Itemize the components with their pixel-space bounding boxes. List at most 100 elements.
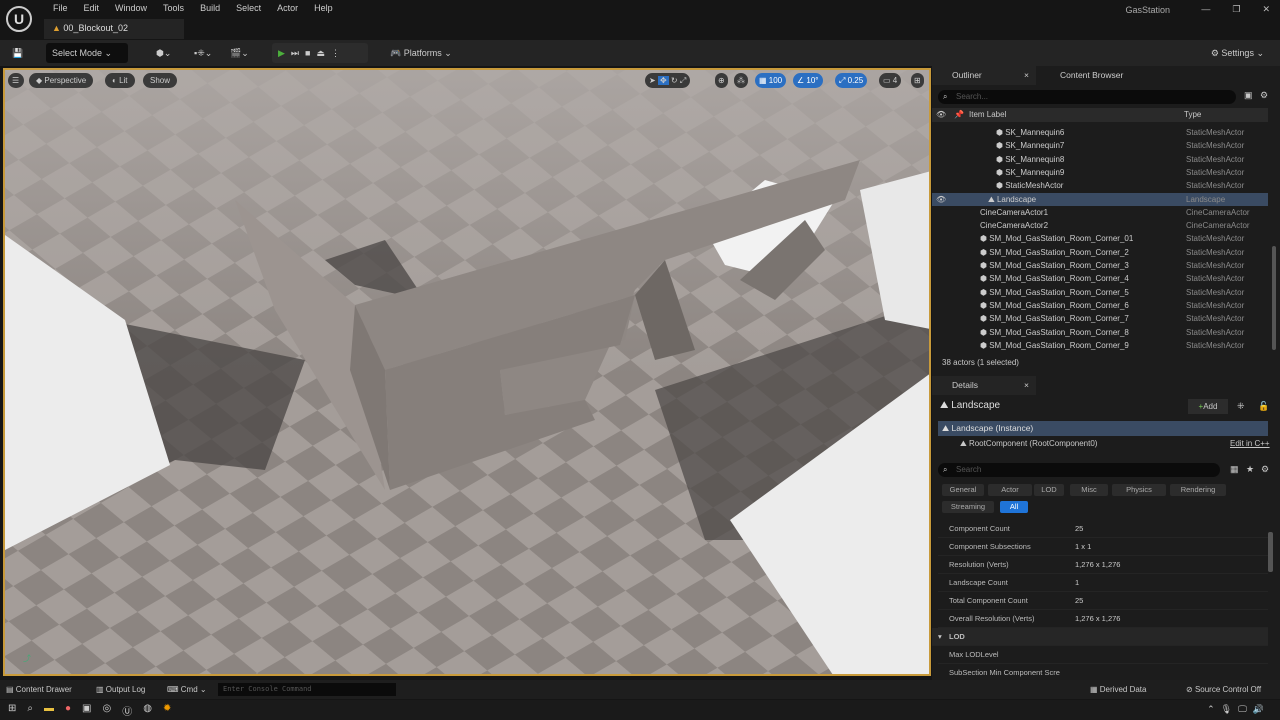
close-tab-icon[interactable]: × bbox=[1024, 376, 1029, 395]
cmd-dropdown[interactable]: ⌨ Cmd ⌄ bbox=[167, 685, 207, 694]
lod-section-header[interactable]: ▾ LOD bbox=[932, 628, 1268, 646]
outliner-row[interactable]: ⬢ StaticMeshActor StaticMeshActor bbox=[932, 179, 1268, 192]
gear-icon[interactable]: ⚙ bbox=[1260, 90, 1268, 101]
filter-lod[interactable]: LOD bbox=[1034, 484, 1064, 496]
rotation-snap-button[interactable]: ∠ 10° bbox=[793, 73, 823, 88]
visibility-icon[interactable]: 👁 bbox=[936, 108, 946, 122]
outliner-row[interactable]: ⬢ SK_Mannequin8 StaticMeshActor bbox=[932, 153, 1268, 166]
grid-snap-button[interactable]: ▦ 100 bbox=[755, 73, 787, 88]
outliner-row[interactable]: ⬢ SM_Mod_GasStation_Room_Corner_4 StaticM… bbox=[932, 272, 1268, 285]
property-value[interactable]: 1 bbox=[1075, 574, 1079, 592]
property-value[interactable]: 1,276 x 1,276 bbox=[1075, 556, 1120, 574]
file-explorer-icon[interactable]: ▬ bbox=[44, 703, 54, 718]
tray-expand-icon[interactable]: ⌃ bbox=[1207, 704, 1221, 714]
outliner-row[interactable]: ⬢ SM_Mod_GasStation_Room_Corner_3 StaticM… bbox=[932, 259, 1268, 272]
add-folder-icon[interactable]: ▣ bbox=[1244, 90, 1253, 101]
tab-content-browser[interactable]: Content Browser bbox=[1040, 66, 1123, 85]
outliner-row[interactable]: CineCameraActor1 CineCameraActor bbox=[932, 206, 1268, 219]
add-actor-icon[interactable]: ⬢⌄ bbox=[150, 43, 177, 63]
play-icon[interactable]: ▶ bbox=[278, 48, 291, 58]
surface-snap-icon[interactable]: ⁂ bbox=[734, 73, 748, 88]
content-drawer-button[interactable]: ▤ Content Drawer bbox=[6, 685, 72, 694]
obs-icon[interactable]: ◎ bbox=[103, 703, 112, 718]
close-tab-icon[interactable]: × bbox=[1024, 66, 1029, 85]
property-value[interactable]: 1,276 x 1,276 bbox=[1075, 610, 1120, 628]
filter-streaming[interactable]: Streaming bbox=[942, 501, 994, 513]
menu-actor[interactable]: Actor bbox=[269, 3, 306, 13]
details-scrollbar[interactable] bbox=[1268, 532, 1273, 572]
more-icon[interactable]: ⋮ bbox=[331, 48, 346, 58]
stop-icon[interactable]: ■ bbox=[305, 48, 316, 58]
cinematics-icon[interactable]: 🎬⌄ bbox=[224, 43, 255, 63]
blueprint-icon[interactable]: ▪⁜⌄ bbox=[188, 43, 218, 63]
menu-help[interactable]: Help bbox=[306, 3, 341, 13]
menu-select[interactable]: Select bbox=[228, 3, 269, 13]
outliner-row[interactable]: ⬢ SK_Mannequin9 StaticMeshActor bbox=[932, 166, 1268, 179]
pin-icon[interactable]: 📌 bbox=[954, 108, 964, 122]
menu-file[interactable]: File bbox=[45, 3, 76, 13]
viewport-menu-icon[interactable]: ☰ bbox=[8, 73, 24, 88]
settings-button[interactable]: ⚙ Settings ⌄ bbox=[1205, 43, 1270, 63]
col-type[interactable]: Type bbox=[1184, 108, 1201, 122]
filter-misc[interactable]: Misc bbox=[1070, 484, 1108, 496]
outliner-row[interactable]: ⬢ SK_Mannequin7 StaticMeshActor bbox=[932, 139, 1268, 152]
scale-tool-icon[interactable]: ⤢ bbox=[680, 76, 686, 85]
rotate-tool-icon[interactable]: ↻ bbox=[671, 76, 678, 85]
microphone-icon[interactable]: 🎙 bbox=[1221, 704, 1238, 714]
blender-icon[interactable]: ✹ bbox=[163, 703, 171, 718]
show-button[interactable]: Show bbox=[143, 73, 178, 88]
derived-data-button[interactable]: ▦ Derived Data bbox=[1090, 685, 1146, 694]
outliner-row[interactable]: 👁 ⛰ Landscape Landscape bbox=[932, 192, 1268, 206]
col-item-label[interactable]: Item Label bbox=[969, 108, 1006, 122]
select-mode-button[interactable]: Select Mode ⌄ bbox=[46, 43, 128, 63]
filter-actor[interactable]: Actor bbox=[988, 484, 1032, 496]
root-component-row[interactable]: ⛰ RootComponent (RootComponent0) bbox=[960, 439, 1097, 449]
lock-icon[interactable]: 🔓 bbox=[1258, 401, 1269, 412]
details-search-input[interactable]: ⌕ Search bbox=[938, 463, 1220, 477]
lit-button[interactable]: ◐ Lit bbox=[105, 73, 135, 88]
filter-physics[interactable]: Physics bbox=[1112, 484, 1166, 496]
tab-details[interactable]: Details × bbox=[932, 376, 1036, 395]
world-space-icon[interactable]: ⊕ bbox=[715, 73, 728, 88]
tab-outliner[interactable]: Outliner × bbox=[932, 66, 1036, 85]
perspective-button[interactable]: ◆ Perspective bbox=[29, 73, 94, 88]
property-value[interactable]: 25 bbox=[1075, 592, 1083, 610]
star-icon[interactable]: ★ bbox=[1246, 464, 1254, 475]
menu-build[interactable]: Build bbox=[192, 3, 228, 13]
outliner-row[interactable]: CineCameraActor2 CineCameraActor bbox=[932, 219, 1268, 232]
select-tool-icon[interactable]: ➤ bbox=[649, 76, 658, 85]
outliner-scrollbar[interactable] bbox=[1272, 246, 1276, 350]
outliner-row[interactable]: ⬢ SM_Mod_GasStation_Room_Corner_6 StaticM… bbox=[932, 299, 1268, 312]
menu-edit[interactable]: Edit bbox=[76, 3, 108, 13]
eject-icon[interactable]: ⏏ bbox=[316, 48, 331, 58]
minimize-icon[interactable]: — bbox=[1201, 4, 1210, 15]
property-value[interactable]: 1 x 1 bbox=[1075, 538, 1091, 556]
visibility-icon[interactable]: 👁 bbox=[936, 193, 946, 206]
filter-general[interactable]: General bbox=[942, 484, 984, 496]
outliner-row[interactable]: ⬢ SM_Mod_GasStation_Room_Corner_5 StaticM… bbox=[932, 286, 1268, 299]
menu-window[interactable]: Window bbox=[107, 3, 155, 13]
app-icon[interactable]: ◍ bbox=[143, 703, 152, 718]
filter-all[interactable]: All bbox=[1000, 501, 1028, 513]
volume-icon[interactable]: 🔊 bbox=[1253, 704, 1270, 714]
blueprint-icon[interactable]: ⁜ bbox=[1237, 401, 1245, 412]
source-control-button[interactable]: ⊘ Source Control Off bbox=[1186, 685, 1261, 694]
outliner-row[interactable]: ⬢ SM_Mod_GasStation_Room_Corner_01 Static… bbox=[932, 232, 1268, 245]
platforms-button[interactable]: 🎮 Platforms ⌄ bbox=[384, 43, 458, 63]
outliner-search-input[interactable]: ⌕ Search... bbox=[938, 90, 1236, 104]
outliner-row[interactable]: ⬢ SM_Mod_GasStation_Room_Corner_7 StaticM… bbox=[932, 312, 1268, 325]
camera-speed-button[interactable]: ▭ 4 bbox=[879, 73, 902, 88]
move-tool-icon[interactable]: ✥ bbox=[657, 76, 669, 85]
output-log-button[interactable]: ▥ Output Log bbox=[96, 685, 145, 694]
property-value[interactable]: 25 bbox=[1075, 520, 1083, 538]
level-viewport[interactable]: ☰ ◆ Perspective ◐ Lit Show ➤ ✥ ↻ ⤢ ⊕ ⁂ ▦… bbox=[3, 68, 931, 676]
scale-snap-button[interactable]: ⤢ 0.25 bbox=[835, 73, 868, 88]
add-component-button[interactable]: +Add bbox=[1188, 399, 1228, 414]
firefox-icon[interactable]: ● bbox=[65, 703, 71, 718]
windows-start-icon[interactable]: ⊞ bbox=[8, 703, 16, 718]
gear-icon[interactable]: ⚙ bbox=[1261, 464, 1269, 475]
network-icon[interactable]: 🖵 bbox=[1238, 704, 1253, 714]
console-input[interactable]: Enter Console Command bbox=[218, 683, 396, 696]
search-icon[interactable]: ⌕ bbox=[27, 703, 33, 718]
outliner-row[interactable]: ⬢ SM_Mod_GasStation_Room_Corner_8 StaticM… bbox=[932, 326, 1268, 339]
